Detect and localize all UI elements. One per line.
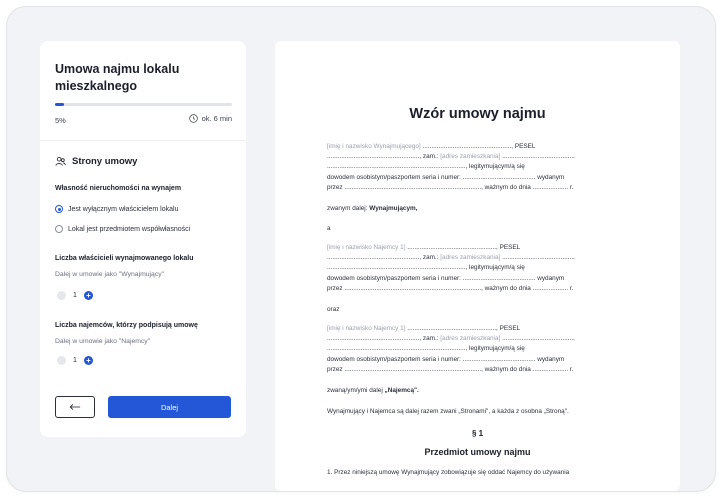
document-title: Wzór umowy najmu xyxy=(409,106,546,122)
radio-co-ownership[interactable]: Lokal jest przedmiotem współwłasności xyxy=(55,225,190,233)
ownership-label: Własność nieruchomości na wynajem xyxy=(55,185,182,192)
tenants-count-hint: Dalej w umowie jako "Najemcy" xyxy=(55,338,151,345)
section-title: Strony umowy xyxy=(72,156,138,167)
tenants-count-label: Liczba najemców, którzy podpisują umowę xyxy=(55,322,198,329)
placeholder-tenant-name: [imię i nazwisko Najemcy 1] xyxy=(327,325,406,332)
bold-term: „Najemcą". xyxy=(384,387,419,394)
time-estimate: ok. 6 min xyxy=(188,114,232,123)
tenant2-block: [imię i nazwisko Najemcy 1] ............… xyxy=(327,324,639,375)
tenant-block: [imię i nazwisko Najemcy 1] ............… xyxy=(327,243,639,294)
tenants-stepper: 1 + xyxy=(57,356,93,365)
text-line: dowodem osobistym/paszportem seria i num… xyxy=(327,274,565,282)
paragraph-number: § 1 xyxy=(471,429,484,438)
section-header: Strony umowy xyxy=(55,156,137,167)
next-button[interactable]: Dalej xyxy=(108,396,231,418)
landlord-block: [imię i nazwisko Wynajmującego] ........… xyxy=(327,142,639,193)
progress-percent: 5% xyxy=(55,116,66,125)
conjunction-a: a xyxy=(327,225,331,232)
text-line: ........................................… xyxy=(405,325,521,332)
progress-fill xyxy=(55,103,64,106)
text-line: ........................................… xyxy=(500,335,575,343)
clock-icon xyxy=(188,114,198,123)
radio-label: Lokal jest przedmiotem współwłasności xyxy=(68,225,191,233)
text-line: przez ..................................… xyxy=(327,284,574,292)
document-preview: Wzór umowy najmu [imię i nazwisko Wynajm… xyxy=(275,41,680,491)
text-line: ........................................… xyxy=(327,335,441,343)
placeholder-address: [adres zamieszkania] xyxy=(440,153,501,161)
radio-button-checked[interactable] xyxy=(55,205,63,213)
owners-count-label: Liczba właścicieli wynajmowanego lokalu xyxy=(55,255,194,262)
text-line: zwanym dalej: xyxy=(327,205,370,212)
stepper-value: 1 xyxy=(73,357,77,364)
radio-label: Jest wyłącznym właścicielem lokalu xyxy=(68,205,179,213)
placeholder-tenant-name: [imię i nazwisko Najemcy 1] xyxy=(327,244,406,251)
radio-sole-owner[interactable]: Jest wyłącznym właścicielem lokalu xyxy=(55,205,178,213)
owners-stepper: 1 + xyxy=(57,291,93,300)
text-line: ........................................… xyxy=(500,153,575,161)
progress-bar xyxy=(55,103,232,106)
owners-count-hint: Dalej w umowie jako "Wynajmujący" xyxy=(55,271,165,278)
increment-button[interactable]: + xyxy=(83,356,93,365)
parties-sentence: Wynajmujący i Najemca są dalej razem zwa… xyxy=(327,408,569,415)
stepper-value: 1 xyxy=(73,292,77,299)
app-frame: Umowa najmu lokalu mieszkalnego 5% ok. 6… xyxy=(6,6,716,492)
text-line: ........................................… xyxy=(500,254,575,262)
text-line: dowodem osobistym/paszportem seria i num… xyxy=(327,173,565,181)
text-line: ........................................… xyxy=(327,264,525,272)
text-line: ........................................… xyxy=(327,345,525,353)
people-icon xyxy=(55,156,66,166)
arrow-left-icon xyxy=(69,404,81,410)
tenant-called: zwaną/ym/ymi dalej „Najemcą". xyxy=(327,387,419,394)
placeholder-landlord-name: [imię i nazwisko Wynajmującego] xyxy=(327,143,421,150)
form-title: Umowa najmu lokalu mieszkalnego xyxy=(55,62,180,93)
text-line: przez ..................................… xyxy=(327,183,574,191)
paragraph-text: 1. Przez niniejszą umowę Wynajmujący zob… xyxy=(327,469,570,476)
radio-button[interactable] xyxy=(55,225,63,233)
text-line: ........................................… xyxy=(327,254,441,262)
form-sidebar: Umowa najmu lokalu mieszkalnego 5% ok. 6… xyxy=(40,41,246,437)
placeholder-address: [adres zamieszkania] xyxy=(440,254,501,262)
paragraph-title: Przedmiot umowy najmu xyxy=(424,447,531,457)
text-line: ........................................… xyxy=(327,163,525,171)
text-line: zwaną/ym/ymi dalej xyxy=(327,387,385,394)
text-line: ........................................… xyxy=(327,153,441,161)
increment-button[interactable]: + xyxy=(83,291,93,300)
text-line: przez ..................................… xyxy=(327,365,574,373)
time-estimate-label: ok. 6 min xyxy=(201,114,232,123)
landlord-called: zwanym dalej: Wynajmującym, xyxy=(327,205,417,212)
divider xyxy=(40,140,246,141)
text-line: ........................................… xyxy=(420,143,536,150)
bold-term: Wynajmującym, xyxy=(369,205,418,212)
text-line: dowodem osobistym/paszportem seria i num… xyxy=(327,355,565,363)
text-line: ........................................… xyxy=(405,244,521,251)
conjunction-oraz: oraz xyxy=(327,306,340,313)
decrement-button[interactable] xyxy=(57,291,66,300)
decrement-button[interactable] xyxy=(57,356,66,365)
back-button[interactable] xyxy=(55,396,95,418)
placeholder-address: [adres zamieszkania] xyxy=(440,335,501,343)
